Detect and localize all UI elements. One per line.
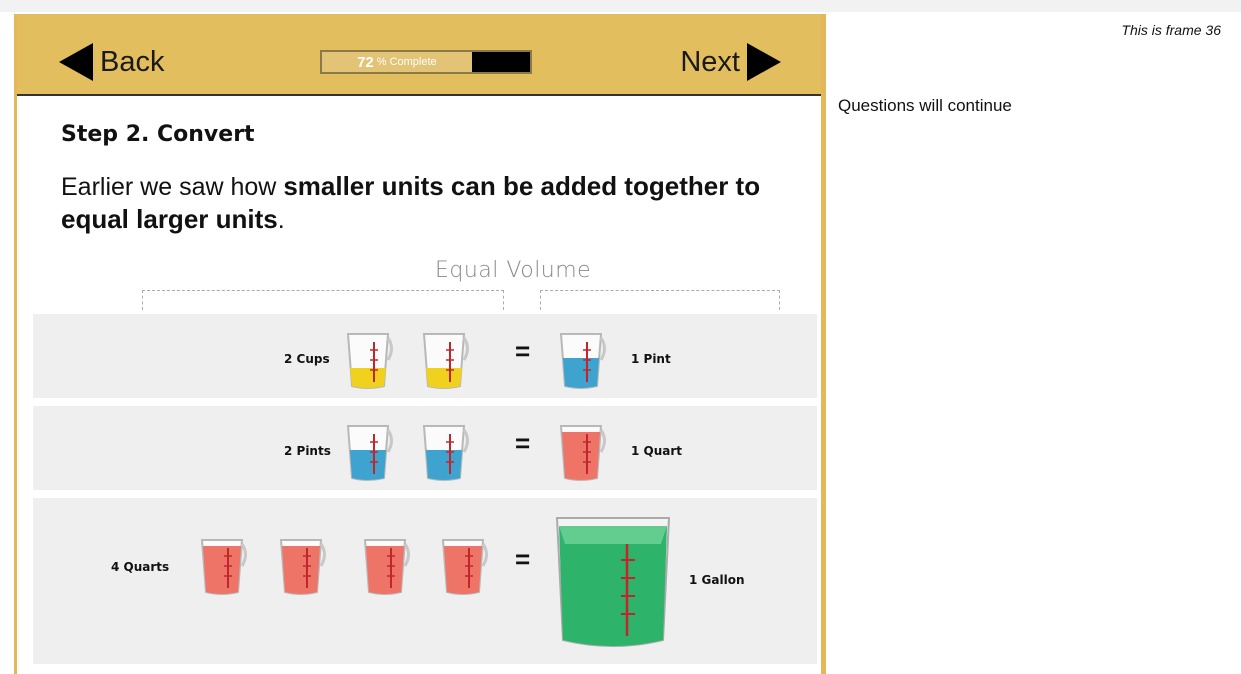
pint-blue-icon bbox=[422, 425, 469, 481]
conversion-row-cups: 2 Cups = 1 Pint bbox=[33, 314, 817, 398]
progress-suffix: % Complete bbox=[376, 56, 437, 68]
row-left-label: 2 Pints bbox=[284, 444, 331, 458]
row-right-label: 1 Quart bbox=[631, 444, 683, 458]
equal-volume-label: Equal Volume bbox=[435, 258, 592, 283]
progress-percent: 72 bbox=[357, 53, 374, 71]
side-text: Questions will continue bbox=[838, 96, 1012, 115]
quart-red-icon bbox=[441, 539, 488, 595]
quart-red-icon bbox=[559, 425, 606, 481]
back-arrow-icon bbox=[59, 43, 93, 81]
bracket-right bbox=[540, 290, 780, 310]
intro-plain: Earlier we saw how bbox=[61, 173, 284, 201]
progress-label: 72% Complete bbox=[322, 52, 472, 72]
conversion-row-pints: 2 Pints = 1 Quart bbox=[33, 406, 817, 490]
next-button[interactable]: Next bbox=[680, 40, 781, 84]
pint-blue-icon bbox=[346, 425, 393, 481]
bracket-left bbox=[142, 290, 504, 310]
row-left-label: 2 Cups bbox=[284, 352, 330, 366]
next-label: Next bbox=[680, 45, 740, 78]
pint-blue-icon bbox=[559, 333, 606, 389]
row-left-label: 4 Quarts bbox=[111, 560, 170, 574]
intro-end: . bbox=[277, 206, 285, 234]
row-right-label: 1 Pint bbox=[631, 352, 671, 366]
lesson-panel: Back 72% Complete Next Step 2. Convert E… bbox=[14, 14, 826, 674]
top-strip bbox=[0, 0, 1241, 12]
lesson-header: Back 72% Complete Next bbox=[17, 14, 821, 96]
back-label: Back bbox=[100, 45, 165, 78]
progress-bar: 72% Complete bbox=[320, 50, 532, 74]
back-button[interactable]: Back bbox=[59, 40, 164, 84]
quart-red-icon bbox=[363, 539, 410, 595]
quart-red-icon bbox=[279, 539, 326, 595]
next-arrow-icon bbox=[747, 43, 781, 81]
equals-sign: = bbox=[515, 428, 531, 458]
frame-note: This is frame 36 bbox=[1121, 22, 1221, 38]
intro-text: Earlier we saw how smaller units can be … bbox=[61, 170, 821, 236]
conversion-row-quarts: 4 Quarts = 1 Gallon bbox=[33, 498, 817, 664]
quart-red-icon bbox=[200, 539, 247, 595]
equals-sign: = bbox=[515, 336, 531, 366]
cup-yellow-icon bbox=[346, 333, 393, 389]
step-title: Step 2. Convert bbox=[61, 122, 255, 147]
gallon-green-icon bbox=[555, 517, 671, 647]
cup-yellow-icon bbox=[422, 333, 469, 389]
equals-sign: = bbox=[515, 544, 531, 574]
row-right-label: 1 Gallon bbox=[689, 573, 745, 587]
